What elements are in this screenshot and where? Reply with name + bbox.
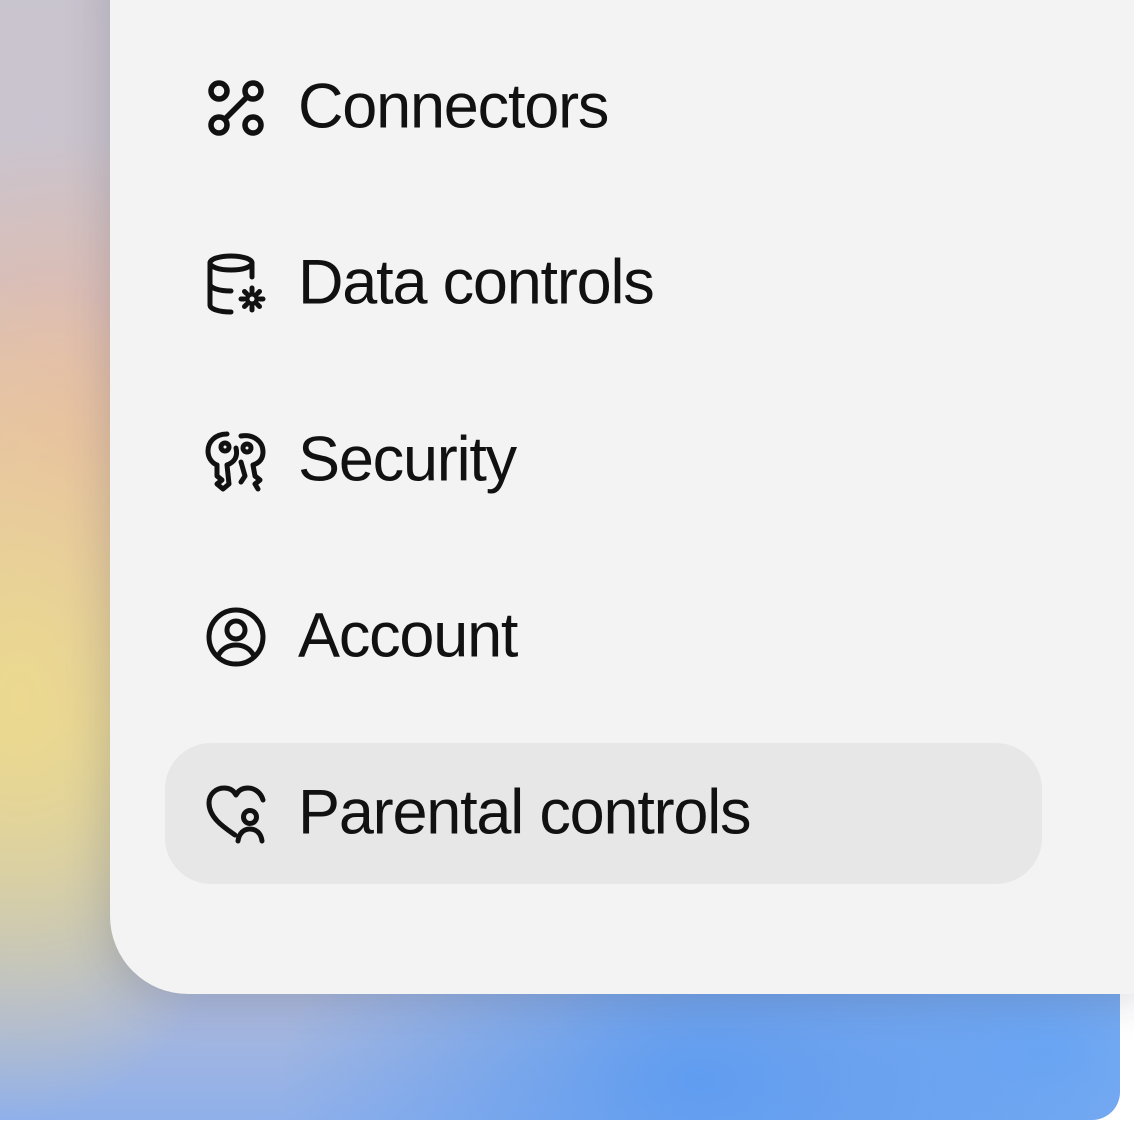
menu-item-label: Security [298,424,517,495]
menu-item-security[interactable]: Security [165,390,1042,531]
menu-item-connectors[interactable]: Connectors [165,37,1042,178]
connectors-icon [205,77,267,139]
heart-person-icon [205,783,267,845]
menu-item-label: Data controls [298,247,655,318]
menu-item-label: Account [298,600,518,671]
menu-item-account[interactable]: Account [165,567,1042,708]
user-circle-icon [205,606,267,668]
settings-menu: Connectors Data controls Security Accoun… [165,37,1042,920]
menu-item-label: Connectors [298,71,609,142]
keys-icon [205,430,267,492]
menu-item-data-controls[interactable]: Data controls [165,214,1042,355]
database-gear-icon [205,253,267,315]
menu-item-label: Parental controls [298,777,752,848]
menu-item-parental-controls[interactable]: Parental controls [165,743,1042,884]
